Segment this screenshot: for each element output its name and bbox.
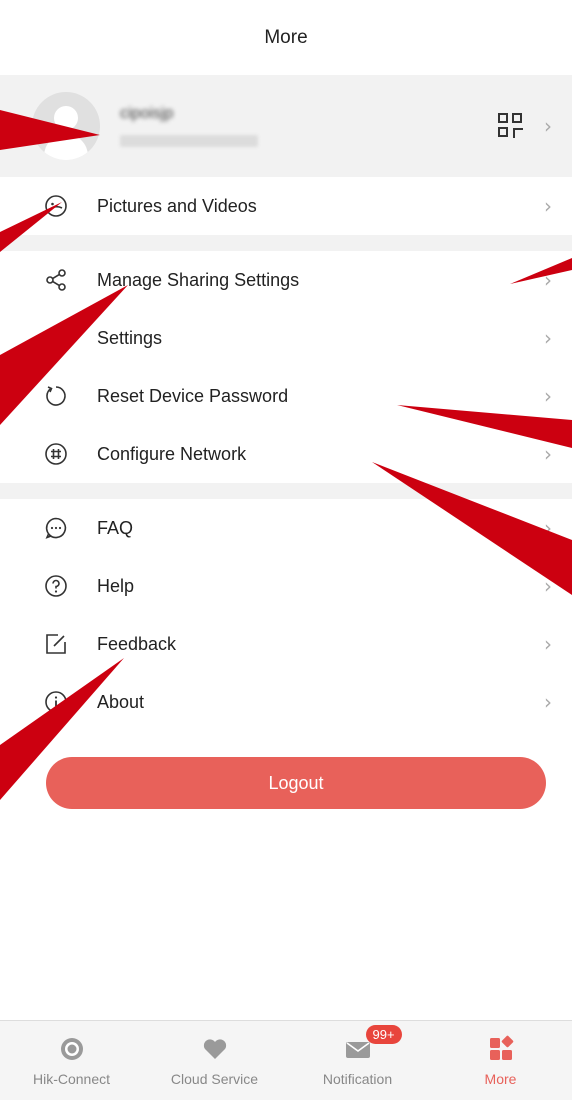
bottom-tab-bar: Hik-Connect Cloud Service 99+ Notificati… — [0, 1020, 572, 1100]
menu-item-label: FAQ — [97, 517, 134, 538]
network-icon — [45, 443, 67, 465]
section-divider — [0, 235, 572, 251]
menu-item-label: Settings — [97, 327, 163, 348]
reset-icon — [46, 386, 66, 406]
camera-icon — [60, 1038, 83, 1060]
share-icon — [46, 269, 66, 291]
chevron-right-icon: › — [544, 384, 552, 408]
chevron-right-icon: › — [544, 632, 552, 656]
logout-button[interactable]: Logout — [46, 757, 546, 809]
menu-item-reset-password[interactable]: Reset Device Password › — [0, 367, 572, 425]
notification-badge: 99+ — [365, 1025, 402, 1044]
menu-item-faq[interactable]: FAQ › — [0, 499, 572, 557]
menu-item-pictures-videos[interactable]: Pictures and Videos › — [0, 177, 572, 235]
tab-label: Hik-Connect — [32, 1071, 111, 1087]
page-title: More — [264, 26, 308, 48]
tab-hik-connect[interactable]: Hik-Connect — [0, 1021, 143, 1100]
about-icon — [45, 691, 67, 713]
chevron-right-icon: › — [544, 114, 552, 138]
tab-label: More — [484, 1071, 517, 1087]
menu-item-label: Manage Sharing Settings — [97, 269, 300, 290]
chevron-right-icon: › — [544, 690, 552, 714]
tab-more[interactable]: More — [429, 1021, 572, 1100]
chevron-right-icon: › — [544, 574, 552, 598]
menu-item-label: Help — [97, 575, 135, 596]
menu-item-label: About — [97, 691, 145, 712]
chevron-right-icon: › — [544, 442, 552, 466]
profile-name: cipoisjp — [120, 105, 174, 122]
tab-label: Cloud Service — [170, 1071, 259, 1087]
qr-code-icon[interactable] — [498, 113, 524, 139]
help-icon — [45, 575, 67, 597]
chevron-right-icon: › — [544, 194, 552, 218]
chevron-right-icon: › — [544, 326, 552, 350]
menu-item-about[interactable]: About › — [0, 673, 572, 731]
menu-item-help[interactable]: Help › — [0, 557, 572, 615]
menu-item-configure-network[interactable]: Configure Network › — [0, 425, 572, 483]
top-bar: More — [0, 0, 572, 75]
tab-notification[interactable]: 99+ Notification — [286, 1021, 429, 1100]
menu-item-label: Pictures and Videos — [97, 195, 257, 216]
profile-account-blurred — [120, 135, 258, 147]
avatar[interactable] — [32, 92, 100, 160]
photo-icon — [45, 195, 67, 217]
menu-item-manage-sharing[interactable]: Manage Sharing Settings › — [0, 251, 572, 309]
chevron-right-icon: › — [544, 268, 552, 292]
grid-icon — [489, 1035, 513, 1060]
menu-item-feedback[interactable]: Feedback › — [0, 615, 572, 673]
heart-icon — [203, 1039, 226, 1059]
gear-icon — [46, 327, 66, 349]
menu-item-label: Configure Network — [97, 443, 247, 464]
chevron-right-icon: › — [544, 516, 552, 540]
section-divider — [0, 483, 572, 499]
menu-item-label: Reset Device Password — [97, 385, 289, 406]
tab-cloud-service[interactable]: Cloud Service — [143, 1021, 286, 1100]
menu-item-label: Feedback — [97, 633, 177, 654]
tab-label: Notification — [322, 1071, 393, 1087]
faq-icon — [45, 517, 67, 539]
menu-item-settings[interactable]: Settings › — [0, 309, 572, 367]
profile-card[interactable]: cipoisjp › — [0, 75, 572, 177]
feedback-icon — [46, 634, 66, 654]
